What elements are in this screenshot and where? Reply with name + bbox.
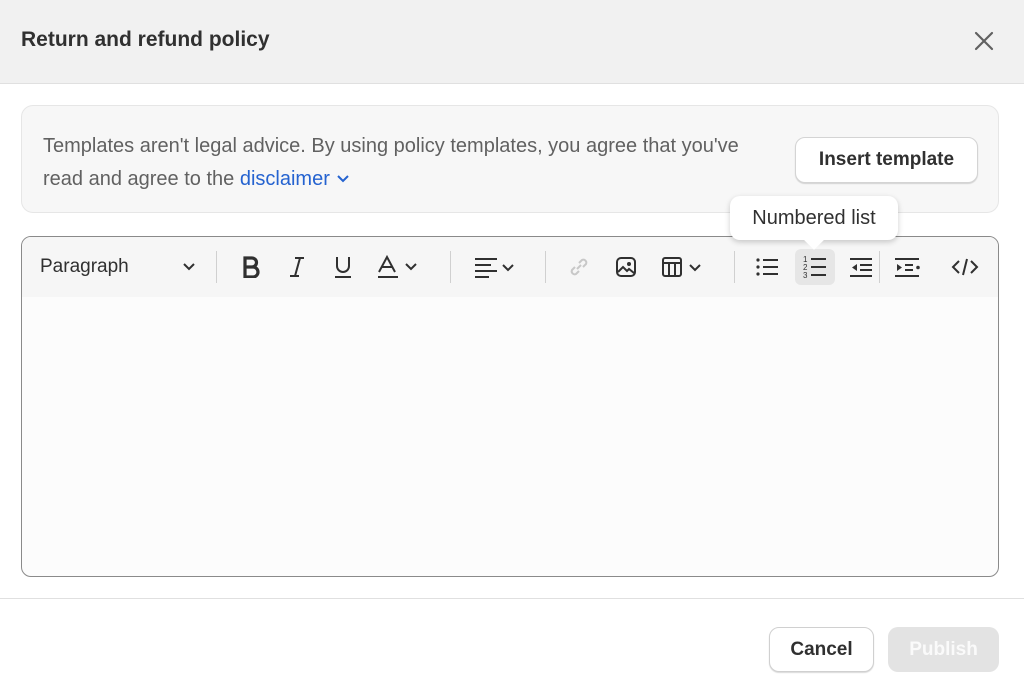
dialog-header: Return and refund policy <box>0 0 1024 84</box>
bullet-list-button[interactable] <box>750 249 784 285</box>
bold-icon <box>243 256 260 278</box>
footer-divider <box>0 598 1024 599</box>
italic-button[interactable] <box>280 249 314 285</box>
link-button[interactable] <box>562 249 596 285</box>
indent-icon <box>895 258 920 277</box>
chevron-down-icon <box>183 263 195 271</box>
paragraph-format-select[interactable]: Paragraph <box>40 249 196 285</box>
paragraph-label: Paragraph <box>40 256 129 277</box>
dialog-title: Return and refund policy <box>21 28 270 51</box>
table-button[interactable] <box>658 249 712 285</box>
editor-toolbar: Paragraph 123 <box>22 237 998 297</box>
underline-button[interactable] <box>326 249 360 285</box>
editor-content-area[interactable] <box>22 297 998 576</box>
publish-button[interactable]: Publish <box>888 627 999 672</box>
divider <box>879 251 880 283</box>
numbered-list-icon: 123 <box>803 255 826 280</box>
banner-text: Templates aren't legal advice. By using … <box>43 130 763 196</box>
html-source-button[interactable] <box>948 249 982 285</box>
italic-icon <box>290 257 304 277</box>
tooltip: Numbered list <box>730 196 898 240</box>
numbered-list-button[interactable]: 123 <box>795 249 835 285</box>
text-color-icon <box>378 255 417 278</box>
bullet-list-icon <box>756 258 778 276</box>
divider <box>545 251 546 283</box>
close-button[interactable] <box>970 27 998 55</box>
cancel-button[interactable]: Cancel <box>769 627 874 672</box>
divider <box>450 251 451 283</box>
banner-message: Templates aren't legal advice. By using … <box>43 135 739 190</box>
underline-icon <box>335 257 351 278</box>
bold-button[interactable] <box>234 249 268 285</box>
image-icon <box>616 257 636 277</box>
table-icon <box>662 257 701 277</box>
text-color-button[interactable] <box>374 249 426 285</box>
outdent-button[interactable] <box>844 249 878 285</box>
align-button[interactable] <box>470 249 522 285</box>
align-left-icon <box>475 258 514 278</box>
outdent-icon <box>850 258 872 277</box>
code-icon <box>951 258 979 276</box>
svg-text:3: 3 <box>803 271 808 280</box>
link-icon <box>570 258 588 276</box>
insert-template-button[interactable]: Insert template <box>795 137 978 183</box>
image-button[interactable] <box>609 249 643 285</box>
disclaimer-label: disclaimer <box>239 168 330 190</box>
close-icon <box>974 31 994 51</box>
divider <box>734 251 735 283</box>
disclaimer-link[interactable]: disclaimer <box>240 168 352 190</box>
divider <box>216 251 217 283</box>
chevron-down-icon <box>337 175 350 183</box>
indent-button[interactable] <box>890 249 926 285</box>
rich-text-editor: Paragraph 123 <box>21 236 999 577</box>
